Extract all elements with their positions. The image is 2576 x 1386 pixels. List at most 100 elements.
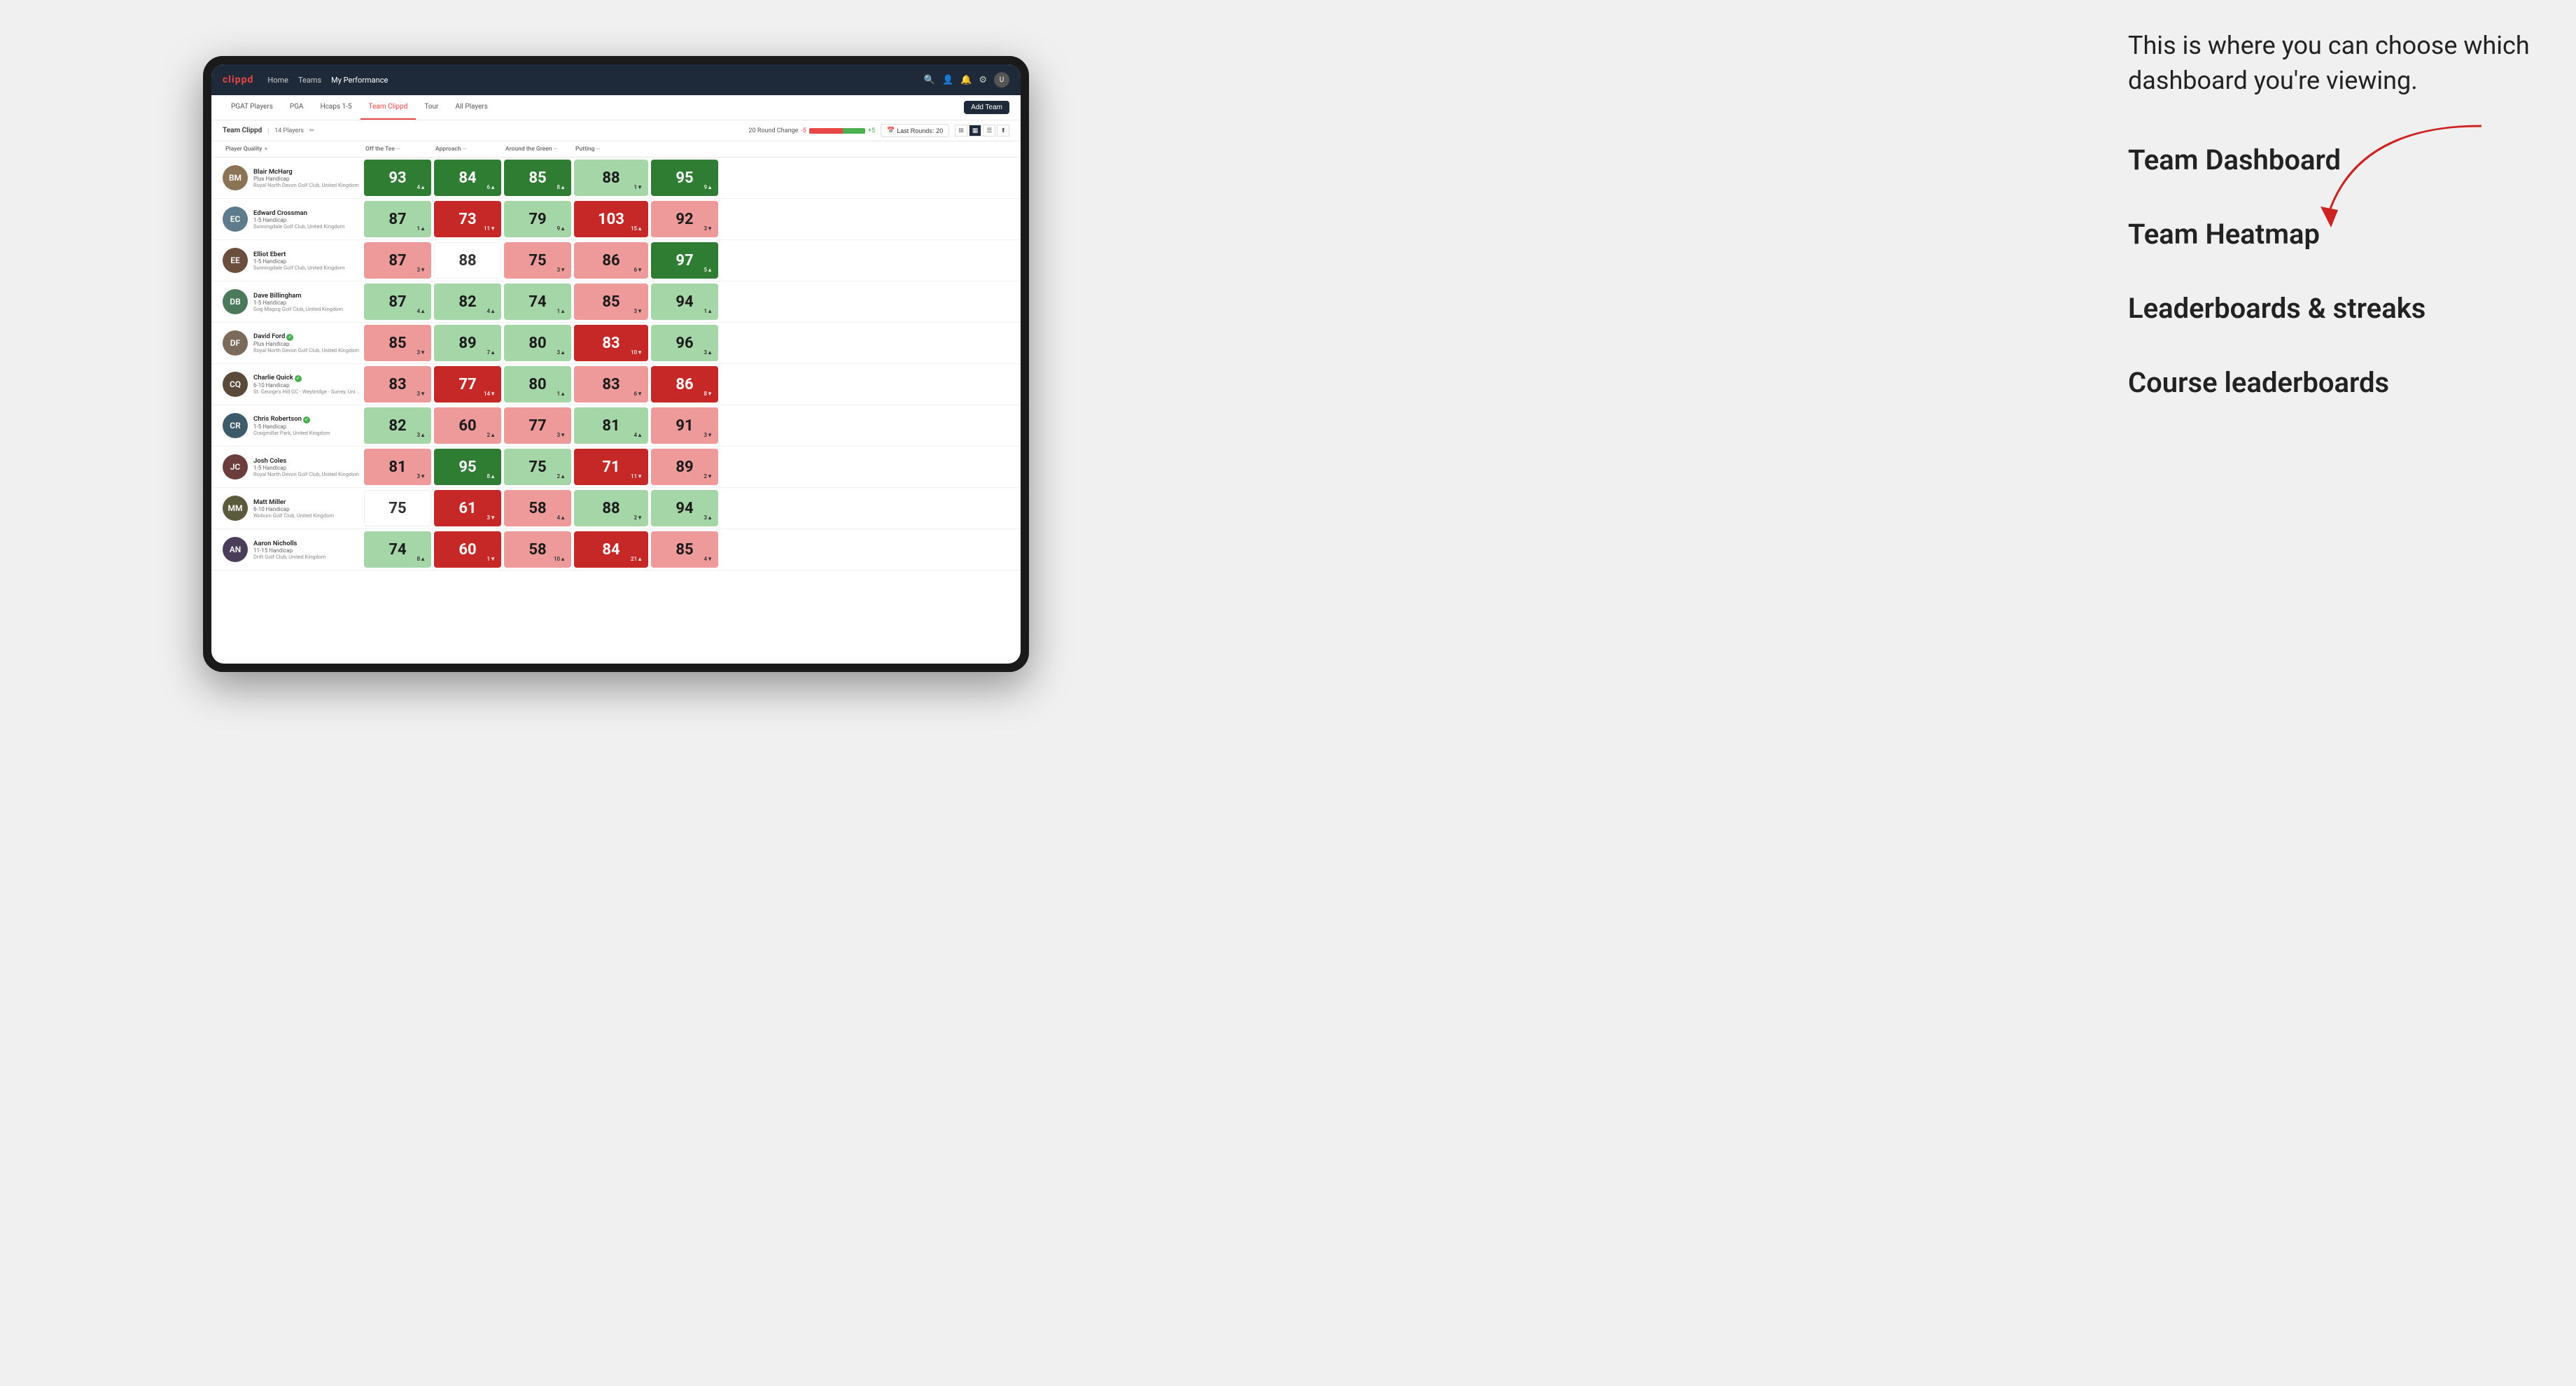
user-icon[interactable]: 👤 <box>942 75 953 85</box>
score-value: 91 <box>676 417 693 435</box>
score-change: 8▼ <box>704 391 713 397</box>
player-club: Royal North Devon Golf Club, United King… <box>253 182 359 188</box>
player-info[interactable]: BMBlair McHargPlus HandicapRoyal North D… <box>223 160 363 196</box>
score-value: 80 <box>528 335 546 352</box>
player-info[interactable]: ECEdward Crossman1-5 HandicapSunningdale… <box>223 201 363 237</box>
score-change: 11▼ <box>631 473 643 479</box>
grid-view-button[interactable]: ⊞ <box>955 125 967 136</box>
player-info[interactable]: JCJosh Coles1-5 HandicapRoyal North Devo… <box>223 449 363 485</box>
search-icon[interactable]: 🔍 <box>924 75 935 85</box>
score-value: 83 <box>602 376 620 393</box>
player-club: Woburn Golf Club, United Kingdom <box>253 512 334 519</box>
score-value: 86 <box>602 252 620 270</box>
nav-link-my-performance[interactable]: My Performance <box>331 76 388 85</box>
dashboard-option: Team Heatmap <box>2128 215 2534 254</box>
sort-arrow-approach[interactable]: — <box>463 146 466 152</box>
avatar[interactable]: U <box>994 72 1009 88</box>
player-details: Elliot Ebert1-5 HandicapSunningdale Golf… <box>253 251 344 271</box>
nav-link-home[interactable]: Home <box>267 76 288 85</box>
sort-arrow-putting[interactable]: — <box>596 146 600 152</box>
score-cell: 752▲ <box>504 449 571 485</box>
player-info[interactable]: DBDave Billingham1-5 HandicapGog Magog G… <box>223 284 363 320</box>
score-change: 8▲ <box>557 184 566 190</box>
score-change: 3▼ <box>557 267 566 273</box>
column-headers: Player Quality ▼ Off the Tee — Approach … <box>211 141 1021 158</box>
player-details: Josh Coles1-5 HandicapRoyal North Devon … <box>253 457 359 477</box>
player-info[interactable]: CRChris Robertson✓1-5 HandicapCraigmilla… <box>223 407 363 444</box>
player-handicap: 1-5 Handicap <box>253 424 330 430</box>
player-details: Edward Crossman1-5 HandicapSunningdale G… <box>253 209 344 230</box>
table-row: JCJosh Coles1-5 HandicapRoyal North Devo… <box>211 447 1021 488</box>
sort-arrow-tee[interactable]: — <box>396 146 400 152</box>
filter-button[interactable]: ⬆ <box>997 125 1009 136</box>
score-value: 88 <box>602 169 620 187</box>
score-change: 1▼ <box>634 184 643 190</box>
tab-hcaps-1-5[interactable]: Hcaps 1-5 <box>312 95 360 120</box>
player-details: Aaron Nicholls11-15 HandicapDrift Golf C… <box>253 540 326 560</box>
notification-icon[interactable]: 🔔 <box>960 75 972 85</box>
sort-arrow-green[interactable]: — <box>554 146 557 152</box>
score-change: 3▼ <box>704 225 713 232</box>
sort-arrow-player[interactable]: ▼ <box>264 146 269 152</box>
score-value: 74 <box>388 541 406 559</box>
score-change: 4▲ <box>557 514 566 521</box>
list-view-button[interactable]: ☰ <box>983 125 995 136</box>
score-value: 87 <box>388 211 406 228</box>
avatar: CQ <box>223 372 248 397</box>
score-cell: 897▲ <box>434 325 501 361</box>
score-cell: 602▲ <box>434 407 501 444</box>
col-label-tee: Off the Tee <box>365 146 395 153</box>
player-name: Edward Crossman <box>253 209 344 217</box>
score-value: 81 <box>388 458 406 476</box>
player-info[interactable]: MMMatt Miller6-10 HandicapWoburn Golf Cl… <box>223 490 363 526</box>
verified-badge: ✓ <box>303 416 310 424</box>
score-cell: 866▼ <box>574 242 648 279</box>
tab-tour[interactable]: Tour <box>416 95 447 120</box>
score-change: 11▼ <box>484 225 496 232</box>
heatmap-view-button[interactable]: ▦ <box>969 125 982 136</box>
table-row: BMBlair McHargPlus HandicapRoyal North D… <box>211 158 1021 199</box>
nav-link-teams[interactable]: Teams <box>298 76 321 85</box>
score-cell: 5810▲ <box>504 531 571 568</box>
score-change: 3▼ <box>417 267 426 273</box>
score-value: 81 <box>602 417 620 435</box>
avatar: EE <box>223 248 248 273</box>
avatar: CR <box>223 413 248 438</box>
score-change: 5▲ <box>704 267 713 273</box>
score-value: 74 <box>528 293 546 311</box>
settings-icon[interactable]: ⚙ <box>979 75 987 85</box>
tab-all-players[interactable]: All Players <box>447 95 496 120</box>
score-value: 75 <box>528 252 546 270</box>
dashboard-option: Course leaderboards <box>2128 363 2534 402</box>
score-change: 1▼ <box>487 556 496 562</box>
col-label-approach: Approach <box>435 146 461 153</box>
avatar: AN <box>223 537 248 562</box>
tabs: PGAT PlayersPGAHcaps 1-5Team ClippdTourA… <box>223 95 496 120</box>
score-cell: 959▲ <box>651 160 718 196</box>
score-cell: 10315▲ <box>574 201 648 237</box>
score-cell: 73 11▼ <box>434 201 501 237</box>
tab-pga[interactable]: PGA <box>281 95 312 120</box>
score-change: 1▲ <box>557 391 566 397</box>
add-team-button[interactable]: Add Team <box>964 101 1009 114</box>
tab-pgat-players[interactable]: PGAT Players <box>223 95 281 120</box>
avatar: MM <box>223 496 248 521</box>
score-change: 7▲ <box>487 349 496 356</box>
score-value: 97 <box>676 252 693 270</box>
team-count: 14 Players <box>274 127 304 134</box>
tab-bar: PGAT PlayersPGAHcaps 1-5Team ClippdTourA… <box>211 95 1021 120</box>
player-info[interactable]: DFDavid Ford✓Plus HandicapRoyal North De… <box>223 325 363 361</box>
player-info[interactable]: ANAaron Nicholls11-15 HandicapDrift Golf… <box>223 531 363 568</box>
player-info[interactable]: CQCharlie Quick✓6-10 HandicapSt. George'… <box>223 366 363 402</box>
score-value: 73 <box>458 211 476 228</box>
score-value: 89 <box>676 458 693 476</box>
verified-badge: ✓ <box>295 375 302 382</box>
score-change: 10▼ <box>631 349 643 356</box>
player-club: Drift Golf Club, United Kingdom <box>253 554 326 560</box>
edit-icon[interactable]: ✏ <box>309 127 315 134</box>
tab-team-clippd[interactable]: Team Clippd <box>360 95 416 120</box>
player-info[interactable]: EEElliot Ebert1-5 HandicapSunningdale Go… <box>223 242 363 279</box>
last-rounds-button[interactable]: 📅 Last Rounds: 20 <box>881 124 949 137</box>
player-name: David Ford✓ <box>253 332 359 341</box>
score-cell: 892▼ <box>651 449 718 485</box>
